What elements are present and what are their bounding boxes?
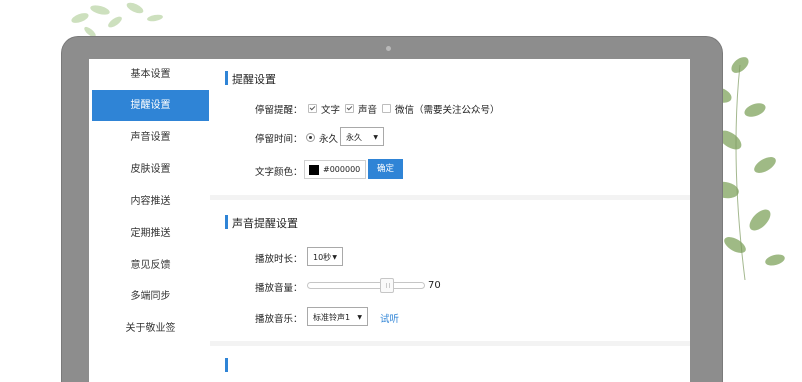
dropdown-arrow-icon: ▼ (357, 314, 362, 321)
section-accent-bar (225, 71, 228, 85)
text-checkbox[interactable] (308, 104, 317, 113)
sidebar-item-basic[interactable]: 基本设置 (92, 59, 209, 90)
laptop-frame: 基本设置 提醒设置 声音设置 皮肤设置 内容推送 定期推送 意见反馈 多端同步 … (62, 37, 722, 382)
sound-option-label: 声音 (358, 105, 378, 116)
music-select-value: 标准铃声1 (313, 313, 351, 322)
stay-time-label: 停留时间： (255, 134, 303, 145)
settings-sidebar: 基本设置 提醒设置 声音设置 皮肤设置 内容推送 定期推送 意见反馈 多端同步 … (89, 59, 211, 382)
stay-time-select-value: 永久 (346, 133, 362, 142)
sound-checkbox[interactable] (345, 104, 354, 113)
reminder-section: 提醒设置 停留提醒： 文字 声音 微信（需要关注公众号） 停留时间： 永久 永久… (210, 59, 690, 195)
sidebar-item-skin[interactable]: 皮肤设置 (92, 154, 209, 185)
next-section (210, 346, 690, 382)
sidebar-item-feedback[interactable]: 意见反馈 (92, 250, 209, 281)
stay-time-select[interactable]: 永久 ▼ (340, 127, 384, 146)
preview-link[interactable]: 试听 (380, 311, 399, 325)
dropdown-arrow-icon: ▼ (373, 134, 378, 141)
sidebar-item-about[interactable]: 关于敬业签 (92, 313, 209, 344)
color-value: #000000 (323, 165, 361, 174)
text-color-label: 文字颜色： (255, 167, 303, 178)
section-title: 声音提醒设置 (225, 215, 298, 231)
forever-radio[interactable] (306, 133, 315, 142)
sound-section: 声音提醒设置 播放时长： 10秒 ▼ 播放音量： 70 播放音乐： 标准铃声1 … (210, 200, 690, 341)
volume-label: 播放音量： (255, 283, 303, 294)
confirm-button[interactable]: 确定 (368, 159, 403, 179)
music-select[interactable]: 标准铃声1 ▼ (307, 307, 368, 326)
wechat-checkbox[interactable] (382, 104, 391, 113)
duration-label: 播放时长： (255, 254, 303, 265)
color-picker[interactable]: #000000 (304, 160, 366, 179)
duration-select[interactable]: 10秒 ▼ (307, 247, 343, 266)
color-swatch (309, 165, 319, 175)
volume-value: 70 (428, 280, 441, 291)
duration-select-value: 10秒 (313, 253, 332, 262)
camera-icon (386, 46, 391, 51)
reminder-title-text: 提醒设置 (232, 73, 276, 86)
sidebar-item-reminder[interactable]: 提醒设置 (92, 90, 209, 121)
sidebar-item-scheduled-push[interactable]: 定期推送 (92, 218, 209, 249)
dropdown-arrow-icon: ▼ (332, 254, 337, 261)
sidebar-item-sync[interactable]: 多端同步 (92, 281, 209, 312)
sound-title-text: 声音提醒设置 (232, 217, 298, 230)
section-accent-bar (225, 215, 228, 229)
settings-window: 基本设置 提醒设置 声音设置 皮肤设置 内容推送 定期推送 意见反馈 多端同步 … (89, 59, 690, 382)
section-title: 提醒设置 (225, 71, 276, 87)
forever-radio-label: 永久 (319, 134, 339, 145)
settings-main: 提醒设置 停留提醒： 文字 声音 微信（需要关注公众号） 停留时间： 永久 永久… (210, 59, 690, 382)
text-option-label: 文字 (321, 105, 341, 116)
music-label: 播放音乐： (255, 314, 303, 325)
volume-slider-handle[interactable] (379, 278, 394, 293)
wechat-option-label: 微信（需要关注公众号） (395, 105, 500, 116)
sidebar-item-content-push[interactable]: 内容推送 (92, 186, 209, 217)
volume-slider[interactable] (307, 282, 425, 289)
stay-reminder-label: 停留提醒： (255, 105, 303, 116)
sidebar-item-sound[interactable]: 声音设置 (92, 122, 209, 153)
